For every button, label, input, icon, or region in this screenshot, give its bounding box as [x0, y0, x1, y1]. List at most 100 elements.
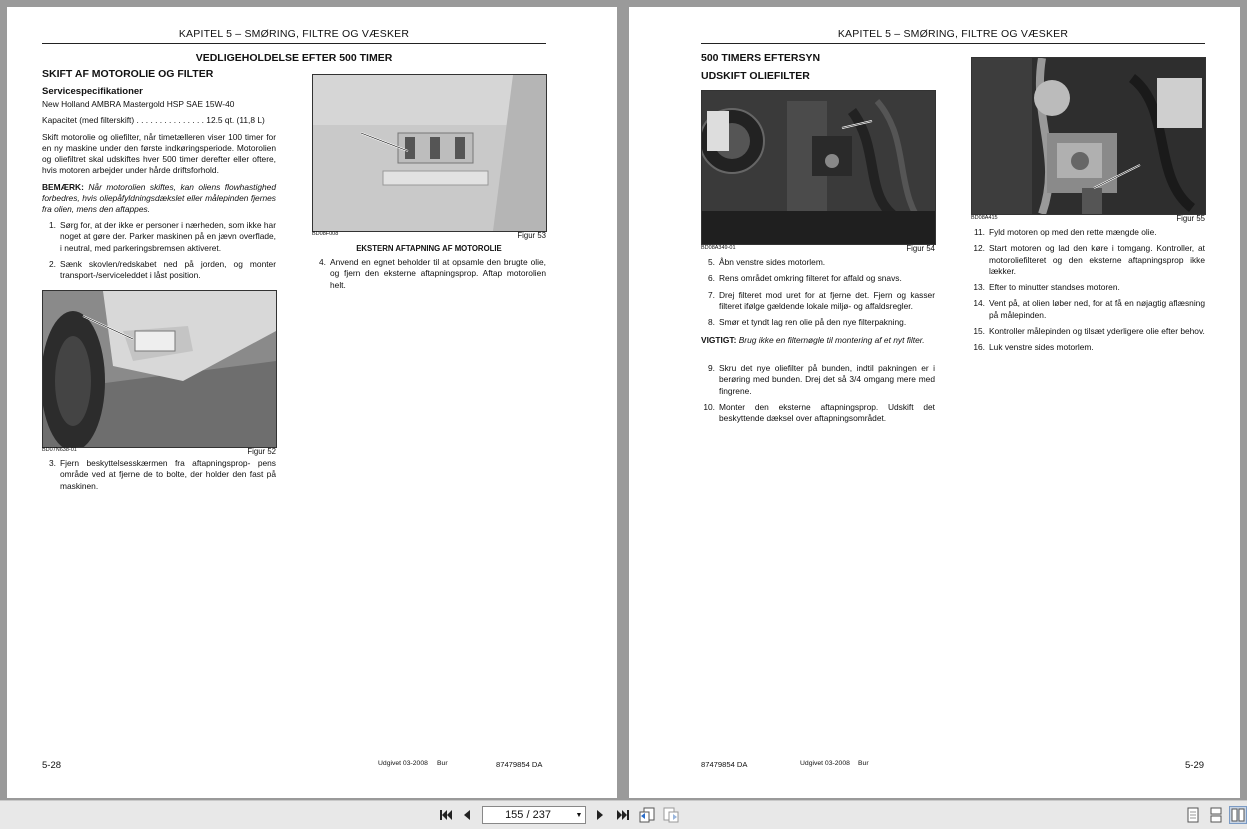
figure-55-code: BD08A415 — [971, 215, 998, 221]
single-page-view-button[interactable] — [1184, 806, 1202, 824]
intro-paragraph: Skift motorolie og oliefilter, når timet… — [42, 131, 276, 176]
chapter-header: KAPITEL 5 – SMØRING, FILTRE OG VÆSKER — [42, 28, 546, 44]
list-item: 15. Kontroller målepinden og tilsæt yderl… — [971, 326, 1205, 337]
left-page: KAPITEL 5 – SMØRING, FILTRE OG VÆSKER VE… — [7, 7, 617, 798]
list-item: 5. Åbn venstre sides motorlem. — [701, 257, 935, 268]
page-number-select[interactable]: 155 / 237 ▼ — [482, 806, 586, 824]
last-page-icon — [617, 810, 629, 820]
step-text: Drej filteret mod uret for at fjerne det… — [719, 289, 935, 311]
step-text: Monter den eksterne aftapningsprop. Udsk… — [719, 401, 935, 424]
list-item: 16. Luk venstre sides motorlem. — [971, 342, 1205, 353]
list-item: 14. Vent på, at olien løber ned, for at f… — [971, 298, 1205, 321]
viewer-toolbar: 155 / 237 ▼ — [0, 800, 1247, 829]
step-text: Vent på, at olien løber ned, for at få e… — [989, 298, 1205, 320]
figure-52-code: BD07N638-01 — [42, 447, 77, 453]
right-page: KAPITEL 5 – SMØRING, FILTRE OG VÆSKER 50… — [629, 7, 1240, 798]
two-page-view-icon — [1231, 808, 1245, 822]
step-number: 13. — [973, 282, 985, 293]
step-text: Sørg for, at der ikke er personer i nærh… — [60, 220, 276, 253]
continuous-view-icon — [1210, 807, 1222, 823]
list-item: 6. Rens området omkring filteret for affa… — [701, 273, 935, 284]
list-item: 2. Sænk skovlen/redskabet ned på jorden, … — [42, 259, 276, 282]
list-item: 10. Monter den eksterne aftapningsprop. U… — [701, 402, 935, 425]
single-page-view-icon — [1187, 807, 1199, 823]
figure-54-photo — [701, 90, 936, 245]
list-item: 7. Drej filteret mod uret for at fjerne d… — [701, 290, 935, 313]
figure-55-photo — [971, 57, 1206, 215]
list-item: 3. Fjern beskyttelsesskærmen fra aftapnin… — [42, 458, 276, 492]
step-number: 16. — [973, 342, 985, 353]
step-number: 6. — [708, 273, 715, 284]
step-text: Åbn venstre sides motorlem. — [719, 257, 826, 267]
step-number: 12. — [973, 243, 985, 254]
steps-list-c: 11. Fyld motoren op med den rette mængde … — [971, 227, 1205, 359]
spec-block: New Holland AMBRA Mastergold HSP SAE 15W… — [42, 99, 276, 221]
step-text: Luk venstre sides motorlem. — [989, 342, 1094, 353]
chevron-down-icon: ▼ — [575, 811, 583, 819]
footer-doc-number: 87479854 DA — [701, 760, 748, 769]
step-number: 9. — [708, 363, 715, 373]
chapter-header: KAPITEL 5 – SMØRING, FILTRE OG VÆSKER — [701, 28, 1205, 44]
list-item: 9. Skru det nye oliefilter på bunden, ind… — [701, 363, 935, 397]
step-text: Skru det nye oliefilter på bunden, indti… — [719, 363, 935, 396]
footer-bur: Bur — [437, 760, 448, 767]
step-number: 7. — [708, 289, 715, 300]
previous-page-button[interactable] — [458, 806, 476, 824]
two-page-view-button[interactable] — [1229, 806, 1247, 824]
note-label: BEMÆRK: — [42, 181, 84, 192]
step-number: 11. — [973, 227, 985, 237]
go-forward-icon — [663, 807, 679, 823]
figure-54-label: Figur 54 — [906, 244, 935, 253]
important-note: VIGTIGT: Brug ikke en filternøgle til mo… — [701, 335, 935, 346]
footer-doc-number: 87479854 DA — [496, 760, 543, 769]
step-text: Smør et tyndt lag ren olie på den nye fi… — [719, 317, 907, 328]
figure-53-photo — [312, 74, 547, 232]
footer-issued: Udgivet 03-2008 — [800, 760, 850, 767]
figure-55-label: Figur 55 — [1176, 214, 1205, 223]
figure-53-caption: EKSTERN AFTAPNING AF MOTOROLIE — [356, 244, 502, 253]
list-item: 13. Efter to minutter standses motoren. — [971, 282, 1205, 293]
page-indicator: 155 / 237 — [505, 809, 551, 821]
figure-53-label: Figur 53 — [517, 231, 546, 240]
subtitle: SKIFT AF MOTOROLIE OG FILTER — [42, 68, 214, 80]
step-text: Fyld motoren op med den rette mængde oli… — [989, 227, 1157, 237]
figure-54-code: BD08A349-01 — [701, 245, 736, 251]
spec-heading: Servicespecifikationer — [42, 86, 143, 97]
next-page-icon — [597, 810, 603, 820]
footer-issued: Udgivet 03-2008 — [378, 760, 428, 767]
step-number: 5. — [708, 257, 715, 267]
step-text: Sænk skovlen/redskabet ned på jorden, og… — [60, 258, 276, 281]
figure-52-label: Figur 52 — [247, 447, 276, 456]
page-number: 5-28 — [42, 760, 62, 771]
subtitle: UDSKIFT OLIEFILTER — [701, 70, 810, 82]
important-label: VIGTIGT: — [701, 335, 737, 345]
steps-list-a: 1. Sørg for, at der ikke er personer i næ… — [42, 220, 276, 286]
steps-list-c: 4. Anvend en egnet beholder til at opsaml… — [312, 257, 546, 296]
step-text: Anvend en egnet beholder til at opsamle … — [330, 257, 546, 290]
step-text: Start motoren og lad den køre i tomgang.… — [989, 243, 1205, 276]
last-page-button[interactable] — [614, 806, 632, 824]
step-number: 10. — [703, 401, 715, 412]
step-number: 3. — [49, 458, 56, 468]
step-number: 15. — [973, 326, 985, 337]
continuous-view-button[interactable] — [1207, 806, 1225, 824]
step-text: Fjern beskyttelsesskærmen fra aftapnings… — [60, 458, 276, 491]
step-number: 4. — [319, 257, 326, 267]
step-text: Kontroller målepinden og tilsæt yderlige… — [989, 326, 1205, 337]
footer-bur: Bur — [858, 760, 869, 767]
figure-53-code: BD08F008 — [312, 231, 339, 237]
go-forward-button[interactable] — [662, 806, 680, 824]
list-item: 4. Anvend en egnet beholder til at opsaml… — [312, 257, 546, 291]
next-page-button[interactable] — [591, 806, 609, 824]
spec-capacity: Kapacitet (med filterskift) . . . . . . … — [42, 115, 265, 126]
note-paragraph: BEMÆRK: Når motorolien skiftes, kan olie… — [42, 182, 276, 216]
go-back-button[interactable] — [638, 806, 656, 824]
figure-52-photo — [42, 290, 277, 448]
step-number: 14. — [973, 298, 985, 309]
first-page-button[interactable] — [437, 806, 455, 824]
step-number: 8. — [708, 317, 715, 328]
steps-list-a: 5. Åbn venstre sides motorlem. 6. Rens omr… — [701, 257, 935, 333]
important-text: Brug ikke en filternøgle til montering a… — [738, 335, 925, 345]
steps-list-b: 9. Skru det nye oliefilter på bunden, ind… — [701, 363, 935, 429]
step-number: 1. — [49, 220, 56, 230]
